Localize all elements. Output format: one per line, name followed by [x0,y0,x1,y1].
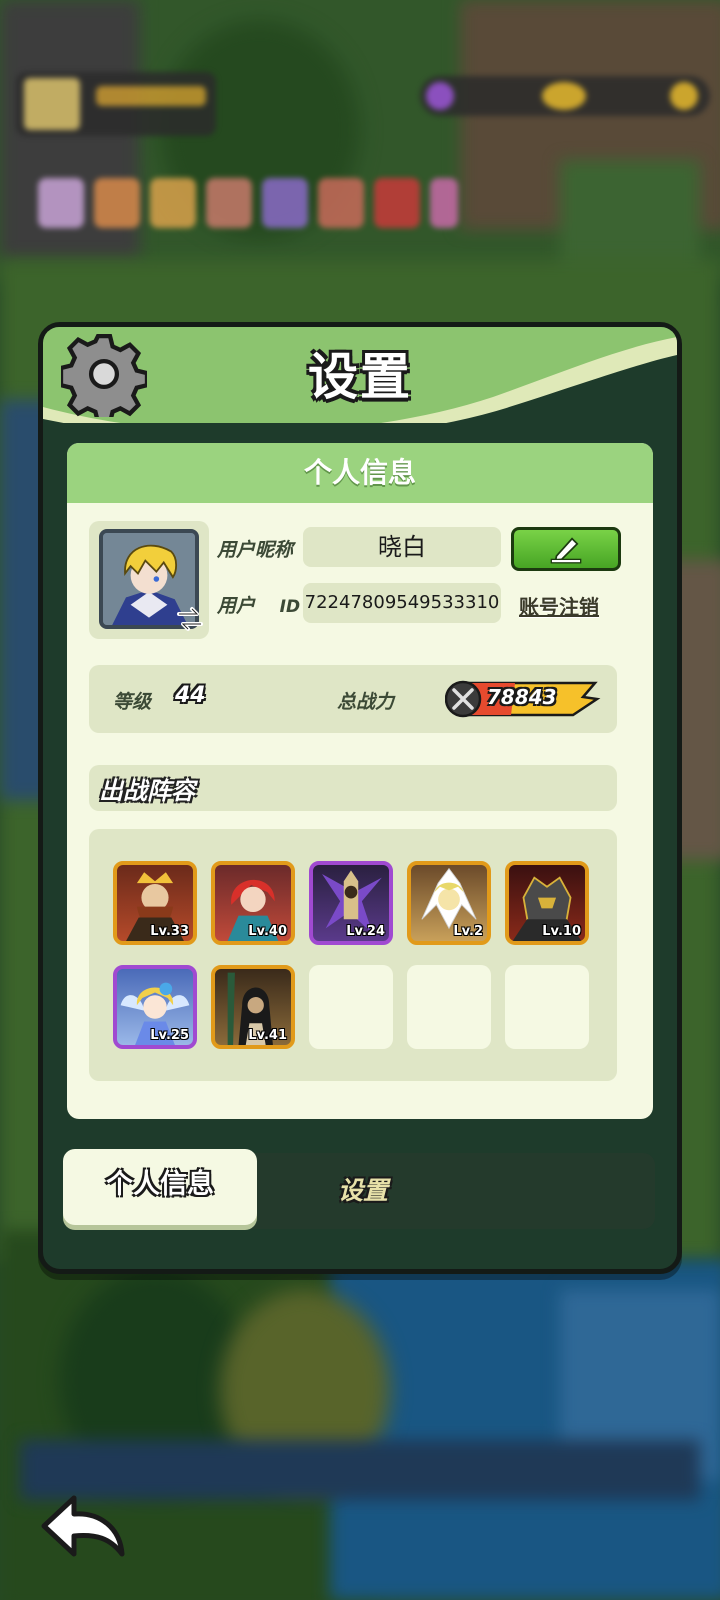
user-id-label: 用户 ID [217,595,301,617]
hero-slot[interactable]: Lv.33 [113,861,197,945]
level-label: 等级 [113,691,152,713]
currency-hud [420,76,710,116]
hero-slot[interactable]: Lv.2 [407,861,491,945]
hero-level: Lv.33 [150,924,189,939]
hero-level: Lv.40 [248,924,287,939]
level-value: 44 [175,683,206,708]
profile-panel: 个人信息 用户昵称 晓白 用户 ID 72247809549533310 账号注… [67,443,653,1119]
user-id-value: 72247809549533310 [303,583,501,623]
lineup-header: 出战阵容 [89,765,617,811]
hero-slot[interactable]: Lv.10 [505,861,589,945]
dialog-title: 设置 [308,348,412,406]
power-value: 78843 [487,685,557,709]
empty-hero-slot[interactable] [407,965,491,1049]
stats-bar: 等级 44 总战力 78843 [89,665,617,733]
swap-icon[interactable] [175,605,205,633]
empty-hero-slot[interactable] [505,965,589,1049]
empty-hero-slot[interactable] [309,965,393,1049]
hero-level: Lv.2 [453,924,483,939]
power-label: 总战力 [337,691,395,713]
hero-slot[interactable]: Lv.25 [113,965,197,1049]
hero-level: Lv.24 [346,924,385,939]
hero-level: Lv.10 [542,924,581,939]
account-deletion-link[interactable]: 账号注销 [519,591,599,620]
lineup-grid: Lv.33 Lv.40 Lv.24 Lv.2 Lv.10 Lv.25 Lv.41 [89,829,617,1081]
nickname-value: 晓白 [303,527,501,567]
tab-profile[interactable]: 个人信息 [63,1149,257,1225]
profile-section-title: 个人信息 [67,443,653,503]
back-arrow-icon[interactable] [36,1490,130,1562]
dialog-header: 设置 [43,327,677,423]
settings-dialog: 设置 个人信息 用户昵称 晓白 用户 ID 72247809549533310 … [38,322,682,1274]
pencil-icon [550,537,582,564]
hero-slot[interactable]: Lv.40 [211,861,295,945]
hero-level: Lv.41 [248,1028,287,1043]
nickname-label: 用户昵称 [217,539,294,561]
hero-portrait-strip [38,178,458,232]
edit-nickname-button[interactable] [511,527,621,571]
dialog-tab-bar: 个人信息 设置 [63,1149,655,1229]
lineup-title: 出战阵容 [99,777,195,805]
hero-level: Lv.25 [150,1028,189,1043]
player-hud [16,72,216,136]
avatar-frame[interactable] [89,521,209,639]
tab-settings[interactable]: 设置 [303,1153,423,1229]
hero-slot[interactable]: Lv.24 [309,861,393,945]
hero-slot[interactable]: Lv.41 [211,965,295,1049]
